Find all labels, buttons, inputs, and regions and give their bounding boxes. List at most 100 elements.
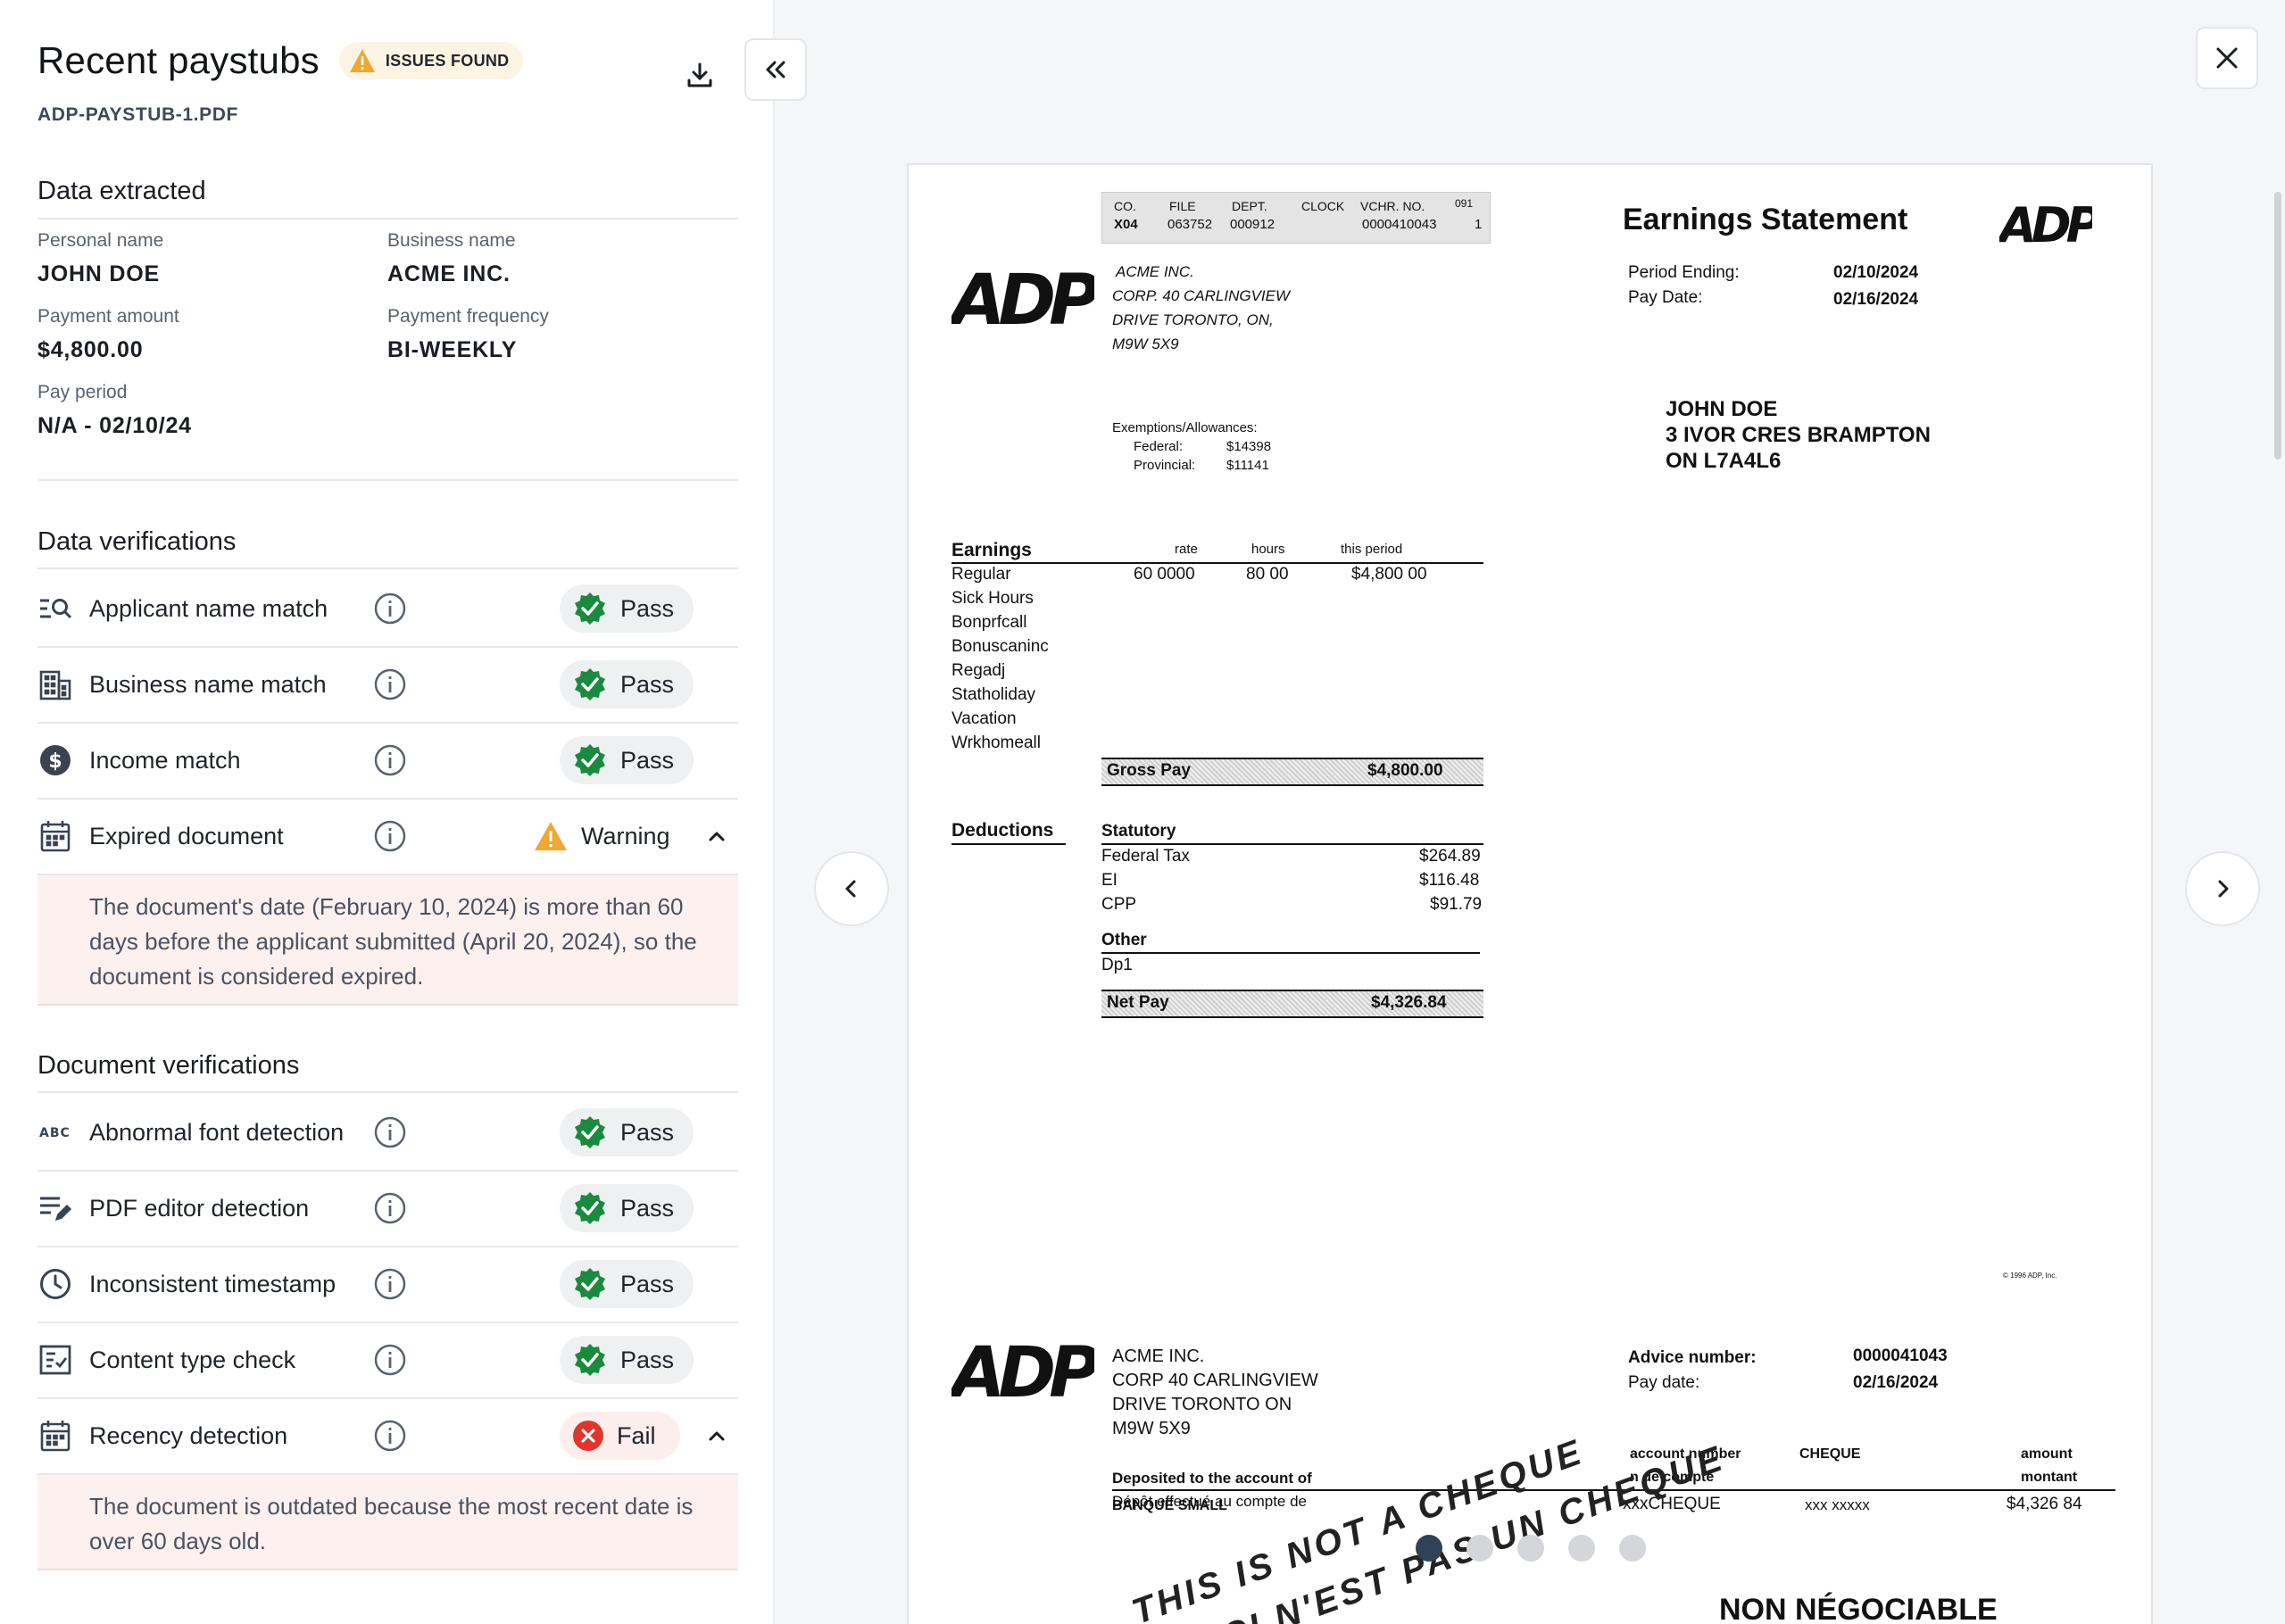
verification-row-expired-document[interactable]: Expired document Warning xyxy=(37,799,738,874)
adp-logo-icon: ADP xyxy=(951,1334,1094,1405)
doc-text: CORP 40 CARLINGVIEW xyxy=(1112,1371,1318,1390)
status-pass-badge: Pass xyxy=(560,584,694,633)
status-pass-badge: Pass xyxy=(560,660,694,708)
abc-icon: ABC xyxy=(37,1114,73,1150)
verification-label: Business name match xyxy=(89,670,327,698)
doc-text: FILE xyxy=(1169,199,1196,213)
status-pass-badge: Pass xyxy=(560,736,694,784)
issues-badge: ISSUES FOUND xyxy=(338,42,524,79)
adp-logo-icon: ADP xyxy=(951,261,1094,333)
page-dot-4[interactable] xyxy=(1568,1535,1595,1562)
verification-label: Abnormal font detection xyxy=(89,1118,345,1146)
svg-text:$: $ xyxy=(48,750,62,773)
doc-text: ON L7A4L6 xyxy=(1666,449,1782,473)
download-button[interactable] xyxy=(677,52,723,98)
doc-text: Period Ending: xyxy=(1628,263,1740,282)
field-value-personal-name: JOHN DOE xyxy=(37,261,160,286)
viewer-scrollbar[interactable] xyxy=(2274,192,2281,460)
doc-text: $4,326 84 xyxy=(2007,1495,2082,1513)
svg-text:ABC: ABC xyxy=(39,1126,71,1140)
doc-rule xyxy=(951,843,1066,845)
status-label: Warning xyxy=(581,822,670,849)
field-label-payment-frequency: Payment frequency xyxy=(387,306,549,327)
status-pass-badge: Pass xyxy=(560,1108,694,1156)
page-indicator xyxy=(1416,1535,1646,1562)
collapse-panel-button[interactable] xyxy=(744,38,807,101)
status-label: Pass xyxy=(619,1346,674,1373)
checklist-icon xyxy=(37,1342,73,1378)
doc-text: Vacation xyxy=(951,709,1017,728)
doc-text: Deposited to the account of xyxy=(1112,1470,1312,1487)
field-label-payment-amount: Payment amount xyxy=(37,306,179,327)
info-icon[interactable] xyxy=(373,1419,407,1453)
field-value-payment-frequency: BI-WEEKLY xyxy=(387,337,518,362)
info-icon[interactable] xyxy=(373,1343,407,1377)
doc-text: Provincial: xyxy=(1134,458,1196,473)
doc-text: X04 xyxy=(1114,217,1138,232)
page-dot-5[interactable] xyxy=(1619,1535,1646,1562)
info-icon[interactable] xyxy=(373,1267,407,1301)
doc-text: Gross Pay xyxy=(1107,761,1191,780)
field-value-payment-amount: $4,800.00 xyxy=(37,337,144,362)
status-label: Pass xyxy=(619,1194,674,1222)
verification-row-recency[interactable]: Recency detection Fail xyxy=(37,1398,738,1473)
check-badge-icon xyxy=(574,1268,605,1300)
doc-text: CORP. 40 CARLINGVIEW xyxy=(1112,287,1291,304)
check-badge-icon xyxy=(574,1116,605,1148)
info-icon[interactable] xyxy=(373,743,407,777)
doc-text: CLOCK xyxy=(1301,199,1345,213)
doc-text: Sick Hours xyxy=(951,589,1034,608)
doc-text: VCHR. NO. xyxy=(1360,199,1425,213)
dollar-circle-icon: $ xyxy=(37,742,73,778)
doc-text: $4,800 00 xyxy=(1351,565,1427,584)
doc-text: Wrkhomeall xyxy=(951,733,1041,752)
info-icon[interactable] xyxy=(373,592,407,626)
doc-text: CPP xyxy=(1101,895,1137,914)
chevron-up-icon[interactable] xyxy=(703,823,730,849)
verification-label: Applicant name match xyxy=(89,594,328,622)
building-icon xyxy=(37,667,73,702)
verification-row-income: $ Income match Pass xyxy=(37,723,738,798)
info-icon[interactable] xyxy=(373,1191,407,1225)
page-dot-2[interactable] xyxy=(1467,1535,1493,1562)
previous-page-button[interactable] xyxy=(814,851,889,926)
error-circle-icon xyxy=(573,1421,603,1451)
doc-text: Pay Date: xyxy=(1628,288,1703,307)
doc-rule xyxy=(1101,843,1483,845)
doc-text: hours xyxy=(1251,542,1285,557)
doc-text: 0000410043 xyxy=(1362,217,1437,232)
status-fail-badge: Fail xyxy=(560,1412,680,1460)
verification-label: Content type check xyxy=(89,1346,296,1373)
status-pass-badge: Pass xyxy=(560,1260,694,1308)
doc-copyright: © 1996 ADP, Inc. xyxy=(2003,1272,2057,1280)
watermark-text: CECI N'EST PAS UN CHEQUE xyxy=(1162,1438,1731,1624)
divider xyxy=(37,1091,738,1093)
verification-label: Inconsistent timestamp xyxy=(89,1270,337,1297)
doc-text: Federal Tax xyxy=(1101,847,1190,866)
check-badge-icon xyxy=(574,1344,605,1376)
doc-text: 063752 xyxy=(1167,217,1213,232)
field-label-personal-name: Personal name xyxy=(37,230,164,251)
warning-icon xyxy=(349,49,375,72)
file-name: ADP-PAYSTUB-1.PDF xyxy=(37,104,238,125)
doc-text: Deductions xyxy=(951,820,1054,841)
chevron-up-icon[interactable] xyxy=(703,1422,730,1449)
non-negotiable-label: NON NÉGOCIABLE xyxy=(1719,1593,1998,1624)
doc-text: DRIVE TORONTO, ON, xyxy=(1112,311,1274,328)
doc-text: $4,326.84 xyxy=(1371,993,1447,1012)
next-page-button[interactable] xyxy=(2185,851,2260,926)
page-dot-1[interactable] xyxy=(1416,1535,1442,1562)
status-pass-badge: Pass xyxy=(560,1184,694,1232)
calendar-icon xyxy=(37,1418,73,1454)
info-icon[interactable] xyxy=(373,1115,407,1149)
close-icon xyxy=(2216,47,2238,69)
clock-icon xyxy=(37,1266,73,1302)
page-dot-3[interactable] xyxy=(1517,1535,1544,1562)
close-button[interactable] xyxy=(2196,27,2258,89)
info-icon[interactable] xyxy=(373,667,407,701)
check-badge-icon xyxy=(574,668,605,700)
check-badge-icon xyxy=(574,1192,605,1224)
doc-text: 000912 xyxy=(1230,217,1275,232)
verification-row-abnormal-font: ABC Abnormal font detection Pass xyxy=(37,1095,738,1170)
info-icon[interactable] xyxy=(373,819,407,853)
